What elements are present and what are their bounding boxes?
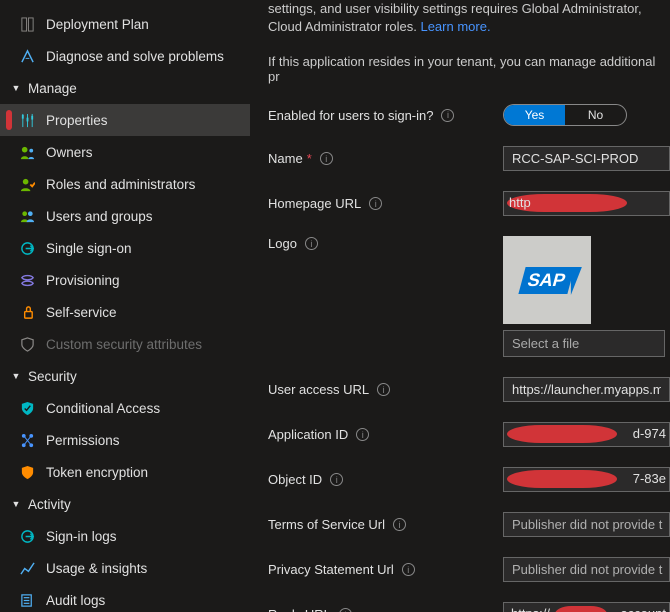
learn-more-link[interactable]: Learn more. [420,19,490,34]
info-icon[interactable]: i [369,197,382,210]
usage-insights-icon [16,561,38,576]
sidebar-label: Audit logs [46,593,105,608]
users-groups-icon [16,209,38,224]
label-objid: Object ID i [268,472,503,487]
book-icon [16,17,38,32]
owners-icon [16,145,38,160]
sso-icon [16,241,38,256]
signin-logs-icon [16,529,38,544]
section-label: Security [28,369,77,384]
sidebar-label: Diagnose and solve problems [46,49,224,64]
label-reply: Reply URL i [268,607,503,612]
sidebar-label: Properties [46,113,108,128]
sidebar-item-properties[interactable]: Properties [0,104,250,136]
info-icon[interactable]: i [377,383,390,396]
toggle-no[interactable]: No [565,105,626,125]
sidebar: Deployment Plan Diagnose and solve probl… [0,0,250,612]
redaction [507,425,617,443]
section-manage[interactable]: ▼ Manage [0,72,250,104]
logo-preview: SAP [503,236,591,324]
redaction [507,470,617,488]
sidebar-item-audit-logs[interactable]: Audit logs [0,584,250,612]
section-label: Manage [28,81,77,96]
sidebar-label: Users and groups [46,209,153,224]
label-privacy: Privacy Statement Url i [268,562,503,577]
red-marker [6,110,12,130]
info-icon[interactable]: i [393,518,406,531]
main-content: settings, and user visibility settings r… [250,0,670,612]
sidebar-label: Token encryption [46,465,148,480]
diagnose-icon [16,49,38,64]
section-label: Activity [28,497,71,512]
info-icon[interactable]: i [339,608,352,612]
info-icon[interactable]: i [441,109,454,122]
label-enabled: Enabled for users to sign-in? i [268,108,503,123]
description-text: settings, and user visibility settings r… [268,0,670,36]
sidebar-label: Self-service [46,305,117,320]
info-icon[interactable]: i [305,237,318,250]
toggle-yes[interactable]: Yes [504,105,565,125]
sidebar-label: Custom security attributes [46,337,202,352]
sidebar-label: Single sign-on [46,241,132,256]
sap-logo-icon: SAP [519,267,575,294]
info-icon[interactable]: i [330,473,343,486]
permissions-icon [16,433,38,448]
sidebar-label: Owners [46,145,93,160]
toggle-enabled[interactable]: Yes No [503,104,627,126]
sidebar-item-conditional-access[interactable]: Conditional Access [0,392,250,424]
sidebar-label: Deployment Plan [46,17,149,32]
section-activity[interactable]: ▼ Activity [0,488,250,520]
sidebar-label: Conditional Access [46,401,160,416]
sidebar-item-owners[interactable]: Owners [0,136,250,168]
sidebar-label: Usage & insights [46,561,147,576]
field-privacy: Publisher did not provide t [503,557,670,582]
label-user-access: User access URL i [268,382,503,397]
chevron-down-icon: ▼ [10,371,22,381]
select-file-button[interactable]: Select a file [503,330,665,357]
roles-icon [16,177,38,192]
info-icon[interactable]: i [356,428,369,441]
token-encryption-icon [16,465,38,480]
redaction [555,606,607,612]
sidebar-label: Permissions [46,433,120,448]
sidebar-item-users-groups[interactable]: Users and groups [0,200,250,232]
shield-icon [16,337,38,352]
input-user-access[interactable] [503,377,670,402]
properties-icon [16,113,38,128]
sidebar-item-diagnose[interactable]: Diagnose and solve problems [0,40,250,72]
sidebar-label: Roles and administrators [46,177,195,192]
sidebar-item-custom-security[interactable]: Custom security attributes [0,328,250,360]
sidebar-item-usage-insights[interactable]: Usage & insights [0,552,250,584]
sidebar-item-sso[interactable]: Single sign-on [0,232,250,264]
sidebar-item-signin-logs[interactable]: Sign-in logs [0,520,250,552]
sidebar-label: Provisioning [46,273,120,288]
label-logo: Logo i [268,236,503,251]
section-security[interactable]: ▼ Security [0,360,250,392]
sidebar-item-deployment-plan[interactable]: Deployment Plan [0,8,250,40]
label-tos: Terms of Service Url i [268,517,503,532]
conditional-access-icon [16,401,38,416]
sidebar-item-roles[interactable]: Roles and administrators [0,168,250,200]
input-name[interactable] [503,146,670,171]
field-tos: Publisher did not provide t [503,512,670,537]
audit-logs-icon [16,593,38,608]
provisioning-icon [16,273,38,288]
label-appid: Application ID i [268,427,503,442]
self-service-icon [16,305,38,320]
info-icon[interactable]: i [320,152,333,165]
label-homepage: Homepage URL i [268,196,503,211]
description-text-2: If this application resides in your tena… [268,54,670,84]
sidebar-item-token-encryption[interactable]: Token encryption [0,456,250,488]
sidebar-item-permissions[interactable]: Permissions [0,424,250,456]
sidebar-item-provisioning[interactable]: Provisioning [0,264,250,296]
chevron-down-icon: ▼ [10,499,22,509]
sidebar-item-self-service[interactable]: Self-service [0,296,250,328]
info-icon[interactable]: i [402,563,415,576]
sidebar-label: Sign-in logs [46,529,117,544]
label-name: Name* i [268,151,503,166]
chevron-down-icon: ▼ [10,83,22,93]
